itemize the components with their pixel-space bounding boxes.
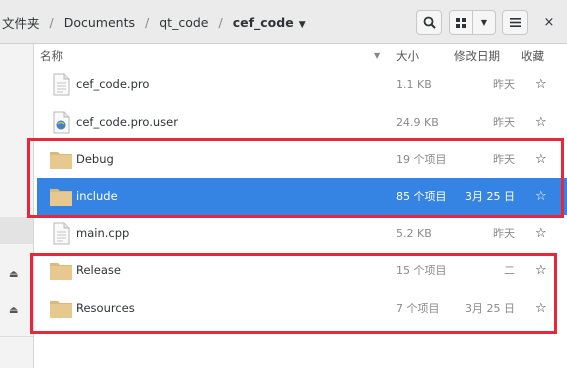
column-header-starred[interactable]: 收藏 bbox=[521, 44, 544, 68]
grid-view-icon bbox=[456, 17, 466, 28]
sort-descending-icon: ▼ bbox=[374, 51, 381, 60]
chevron-down-icon: ▼ bbox=[480, 18, 488, 27]
text-file-icon bbox=[53, 73, 70, 96]
star-icon[interactable]: ☆ bbox=[535, 215, 547, 252]
sidebar-item-highlight[interactable] bbox=[0, 217, 33, 244]
star-icon[interactable]: ☆ bbox=[535, 66, 547, 103]
file-row[interactable]: cef_code.pro.user 24.9 KB 昨天 ☆ bbox=[37, 104, 567, 141]
file-row[interactable]: main.cpp 5.2 KB 昨天 ☆ bbox=[37, 215, 567, 252]
file-modified: 昨天 bbox=[493, 78, 515, 91]
eject-icon[interactable]: ⏏ bbox=[9, 269, 18, 280]
file-modified: 昨天 bbox=[493, 116, 515, 129]
eject-icon[interactable]: ⏏ bbox=[9, 305, 18, 316]
breadcrumb-item-documents[interactable]: Documents bbox=[62, 15, 137, 30]
file-modified: 昨天 bbox=[493, 227, 515, 240]
text-file-icon bbox=[53, 222, 70, 245]
breadcrumb-separator: / bbox=[218, 14, 223, 30]
grid-view-button[interactable] bbox=[450, 11, 472, 34]
xml-file-icon bbox=[53, 111, 70, 134]
file-size: 1.1 KB bbox=[396, 78, 432, 91]
menu-button[interactable] bbox=[502, 10, 528, 35]
hamburger-menu-icon bbox=[509, 18, 521, 27]
file-name: main.cpp bbox=[76, 226, 130, 240]
breadcrumb-item-cef-code[interactable]: cef_code ▼ bbox=[231, 15, 308, 30]
column-header-size[interactable]: 大小 bbox=[396, 44, 419, 68]
column-header-modified[interactable]: 修改日期 bbox=[454, 44, 500, 68]
column-header-name[interactable]: 名称 bbox=[40, 44, 63, 68]
breadcrumb-separator: / bbox=[49, 14, 54, 30]
file-name: cef_code.pro bbox=[76, 77, 150, 91]
highlight-box bbox=[27, 138, 564, 218]
sidebar-divider bbox=[0, 336, 33, 337]
view-mode-group: ▼ bbox=[449, 10, 496, 35]
breadcrumb-current-label: cef_code bbox=[232, 14, 294, 30]
search-icon bbox=[423, 16, 436, 29]
search-button[interactable] bbox=[416, 10, 442, 35]
close-button[interactable]: × bbox=[538, 10, 560, 35]
close-icon: × bbox=[543, 15, 555, 30]
breadcrumb-item-folder[interactable]: 文件夹 bbox=[0, 13, 42, 32]
file-size: 5.2 KB bbox=[396, 227, 432, 240]
breadcrumb-separator: / bbox=[145, 14, 150, 30]
file-name: cef_code.pro.user bbox=[76, 115, 178, 129]
star-icon[interactable]: ☆ bbox=[535, 104, 547, 141]
chevron-down-icon: ▼ bbox=[298, 19, 306, 30]
header-bar: 文件夹 / Documents / qt_code / cef_code ▼ ▼ bbox=[0, 0, 567, 44]
highlight-box bbox=[30, 253, 557, 334]
file-row[interactable]: cef_code.pro 1.1 KB 昨天 ☆ bbox=[37, 66, 567, 103]
view-options-button[interactable]: ▼ bbox=[473, 11, 495, 34]
breadcrumb: 文件夹 / Documents / qt_code / cef_code ▼ bbox=[0, 0, 308, 44]
breadcrumb-item-qt-code[interactable]: qt_code bbox=[157, 15, 210, 30]
file-size: 24.9 KB bbox=[396, 116, 439, 129]
